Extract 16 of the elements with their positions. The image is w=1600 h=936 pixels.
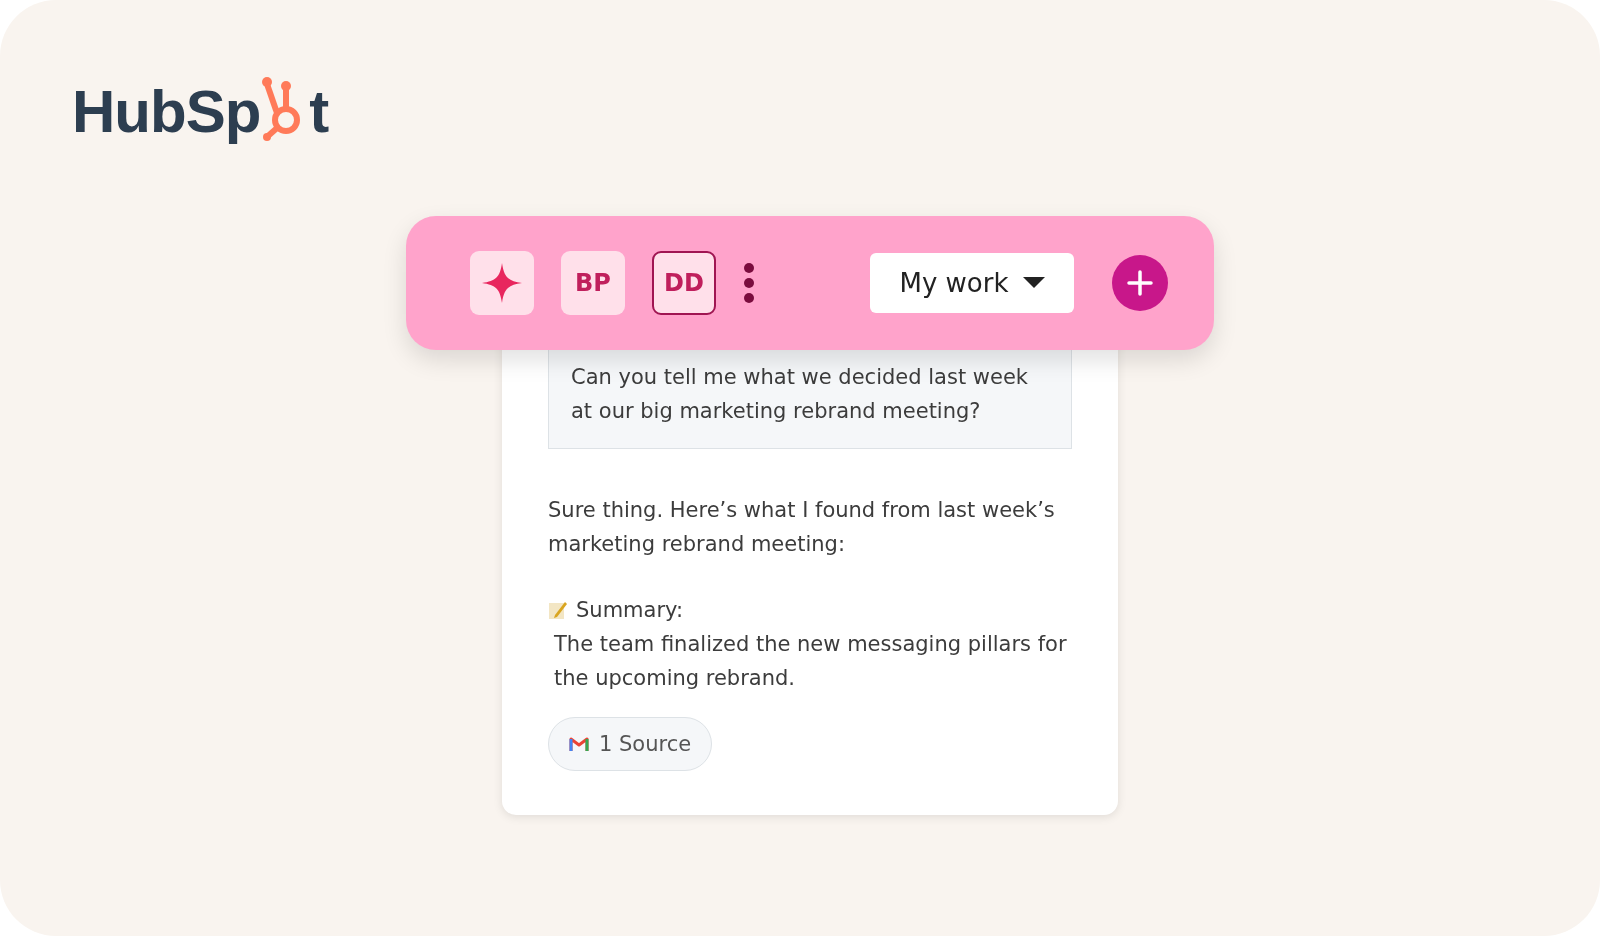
sparkle-button[interactable] — [470, 251, 534, 315]
mail-icon — [569, 736, 589, 752]
logo-text: t — [309, 82, 329, 142]
more-icon[interactable] — [743, 263, 755, 303]
answer-text: Sure thing. Here’s what I found from last week’s marketing rebrand meeting: — [548, 497, 1056, 558]
logo-text: HubSp — [72, 82, 261, 142]
source-chip[interactable]: 1 Source — [548, 717, 713, 771]
summary-text: The team finalized the new messaging pillars for the upcoming rebrand. — [553, 631, 1068, 692]
caret-icon — [1022, 277, 1045, 289]
dropdown[interactable]: My work — [870, 253, 1074, 313]
avatar-button[interactable]: DD — [652, 251, 716, 315]
summary-label: Summary: — [576, 597, 684, 624]
avatar-button[interactable]: BP — [561, 251, 625, 315]
add-button[interactable] — [1112, 255, 1168, 311]
memo-icon — [548, 600, 568, 620]
plus-icon — [1126, 269, 1154, 297]
